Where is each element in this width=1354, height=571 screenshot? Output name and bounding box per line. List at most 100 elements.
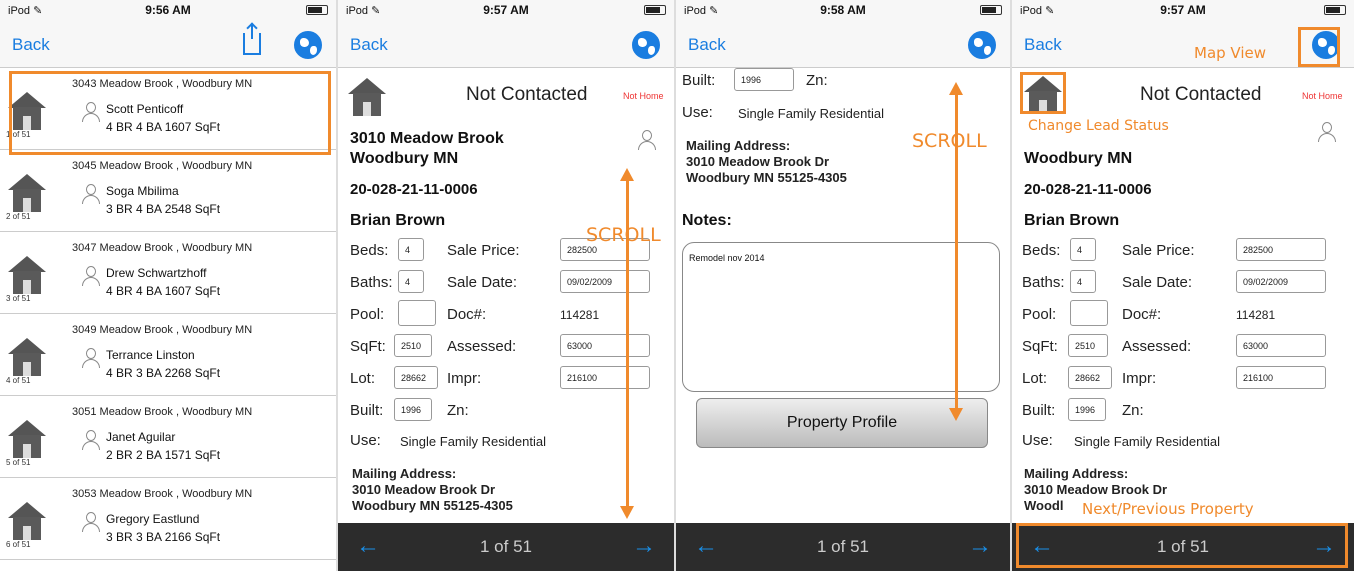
- battery-icon: [641, 4, 666, 16]
- next-arrow-icon[interactable]: →: [968, 532, 992, 560]
- status-bar: iPod ✎ 9:57 AM: [1012, 0, 1354, 22]
- pool-label: Pool:: [1022, 306, 1057, 323]
- use-value: Single Family Residential: [738, 106, 884, 121]
- globe-icon[interactable]: [632, 31, 660, 59]
- scroll-arrow-down-icon: [620, 506, 634, 519]
- globe-icon[interactable]: [294, 31, 322, 59]
- baths-field[interactable]: 4: [398, 270, 424, 293]
- mailing-line2-cut: Woodl: [1024, 498, 1064, 513]
- list-item-count: 2 of 51: [6, 212, 31, 221]
- sqft-field[interactable]: 2510: [1068, 334, 1108, 357]
- built-field[interactable]: 1996: [1068, 398, 1106, 421]
- impr-label: Impr:: [447, 370, 482, 387]
- use-label: Use:: [1022, 432, 1053, 449]
- doc-label: Doc#:: [1122, 306, 1162, 323]
- list-item[interactable]: 3051 Meadow Brook , Woodbury MN Janet Agu…: [0, 398, 336, 478]
- zn-label: Zn:: [806, 72, 828, 89]
- status-bar: iPod ✎ 9:58 AM: [676, 0, 1010, 22]
- beds-field[interactable]: 4: [1070, 238, 1096, 261]
- lead-status: Not Contacted: [1140, 84, 1262, 105]
- assessed-label: Assessed:: [447, 338, 517, 355]
- not-home-label: Not Home: [623, 91, 664, 101]
- list-item-count: 6 of 51: [6, 540, 31, 549]
- notes-field[interactable]: Remodel nov 2014: [682, 242, 1000, 392]
- address-line1: 3010 Meadow Brook: [350, 130, 504, 147]
- person-icon: [82, 512, 100, 532]
- lead-status-house-icon[interactable]: [348, 78, 386, 116]
- assessed-field[interactable]: 63000: [1236, 334, 1326, 357]
- sale-price-label: Sale Price:: [1122, 242, 1195, 259]
- pool-field[interactable]: [1070, 300, 1108, 326]
- sqft-label: SqFt:: [1022, 338, 1058, 355]
- list-item[interactable]: 3045 Meadow Brook , Woodbury MN Soga Mbil…: [0, 152, 336, 232]
- back-button[interactable]: Back: [688, 35, 726, 55]
- person-icon: [82, 348, 100, 368]
- mailing-label: Mailing Address:: [352, 466, 457, 481]
- doc-label: Doc#:: [447, 306, 487, 323]
- nav-bar: Back: [0, 22, 336, 68]
- property-profile-button[interactable]: Property Profile: [696, 398, 988, 448]
- list-item-specs: 4 BR 4 BA 1607 SqFt: [106, 284, 221, 298]
- mailing-label: Mailing Address:: [686, 138, 791, 153]
- status-bar: iPod ✎ 9:56 AM: [0, 0, 336, 22]
- house-icon: [8, 502, 46, 540]
- screenshot-collage: iPod ✎ 9:56 AM Back 3043 Meadow Brook , …: [0, 0, 1354, 571]
- battery-icon: [977, 4, 1002, 16]
- built-field[interactable]: 1996: [734, 68, 794, 91]
- mailing-line2: Woodbury MN 55125-4305: [686, 170, 847, 185]
- list-item[interactable]: 3047 Meadow Brook , Woodbury MN Drew Schw…: [0, 234, 336, 314]
- built-label: Built:: [1022, 402, 1056, 419]
- mailing-line1: 3010 Meadow Brook Dr: [352, 482, 496, 497]
- impr-label: Impr:: [1122, 370, 1157, 387]
- list-item-address: 3049 Meadow Brook , Woodbury MN: [72, 324, 253, 336]
- list-item[interactable]: 3053 Meadow Brook , Woodbury MN Gregory E…: [0, 480, 336, 560]
- share-icon[interactable]: [243, 25, 261, 55]
- built-label: Built:: [350, 402, 384, 419]
- person-icon[interactable]: [1318, 122, 1336, 142]
- impr-field[interactable]: 216100: [560, 366, 650, 389]
- use-label: Use:: [682, 104, 713, 121]
- house-icon: [8, 256, 46, 294]
- person-icon[interactable]: [638, 130, 656, 150]
- next-arrow-icon[interactable]: →: [632, 532, 656, 560]
- mailing-line2: Woodbury MN 55125-4305: [352, 498, 513, 513]
- built-field[interactable]: 1996: [394, 398, 432, 421]
- pager-text: 1 of 51: [817, 537, 869, 556]
- list-item-address: 3051 Meadow Brook , Woodbury MN: [72, 406, 253, 418]
- back-button[interactable]: Back: [350, 35, 388, 55]
- pager-text: 1 of 51: [480, 537, 532, 556]
- sqft-field[interactable]: 2510: [394, 334, 432, 357]
- doc-value: 114281: [1236, 308, 1276, 322]
- notes-label: Notes:: [682, 212, 732, 229]
- sale-date-label: Sale Date:: [447, 274, 518, 291]
- lot-field[interactable]: 28662: [394, 366, 438, 389]
- property-detail-scrolled-screen: iPod ✎ 9:58 AM Back Built: 1996 Zn: Use:…: [676, 0, 1012, 571]
- impr-field[interactable]: 216100: [1236, 366, 1326, 389]
- scroll-annotation: SCROLL: [912, 130, 987, 152]
- map-view-annotation: Map View: [1194, 44, 1267, 62]
- list-item-owner: Janet Aguilar: [106, 430, 176, 444]
- list-item-owner: Terrance Linston: [106, 348, 195, 362]
- list-item[interactable]: 3049 Meadow Brook , Woodbury MN Terrance …: [0, 316, 336, 396]
- built-label: Built:: [682, 72, 716, 89]
- baths-field[interactable]: 4: [1070, 270, 1096, 293]
- lot-field[interactable]: 28662: [1068, 366, 1112, 389]
- address-line2: Woodbury MN: [1024, 150, 1133, 167]
- zn-label: Zn:: [1122, 402, 1144, 419]
- globe-icon[interactable]: [968, 31, 996, 59]
- list-item-owner: Gregory Eastlund: [106, 512, 200, 526]
- pool-field[interactable]: [398, 300, 436, 326]
- sale-price-field[interactable]: 282500: [1236, 238, 1326, 261]
- back-button[interactable]: Back: [12, 35, 50, 55]
- beds-field[interactable]: 4: [398, 238, 424, 261]
- back-button[interactable]: Back: [1024, 35, 1062, 55]
- property-detail-screen: iPod ✎ 9:57 AM Back Not Contacted Not Ho…: [338, 0, 676, 571]
- list-item-count: 3 of 51: [6, 294, 31, 303]
- assessed-field[interactable]: 63000: [560, 334, 650, 357]
- sale-date-label: Sale Date:: [1122, 274, 1193, 291]
- sale-date-field[interactable]: 09/02/2009: [1236, 270, 1326, 293]
- clock: 9:56 AM: [145, 3, 191, 17]
- parcel-number: 20-028-21-11-0006: [1024, 181, 1152, 198]
- sale-date-field[interactable]: 09/02/2009: [560, 270, 650, 293]
- next-previous-annotation: Next/Previous Property: [1082, 500, 1254, 518]
